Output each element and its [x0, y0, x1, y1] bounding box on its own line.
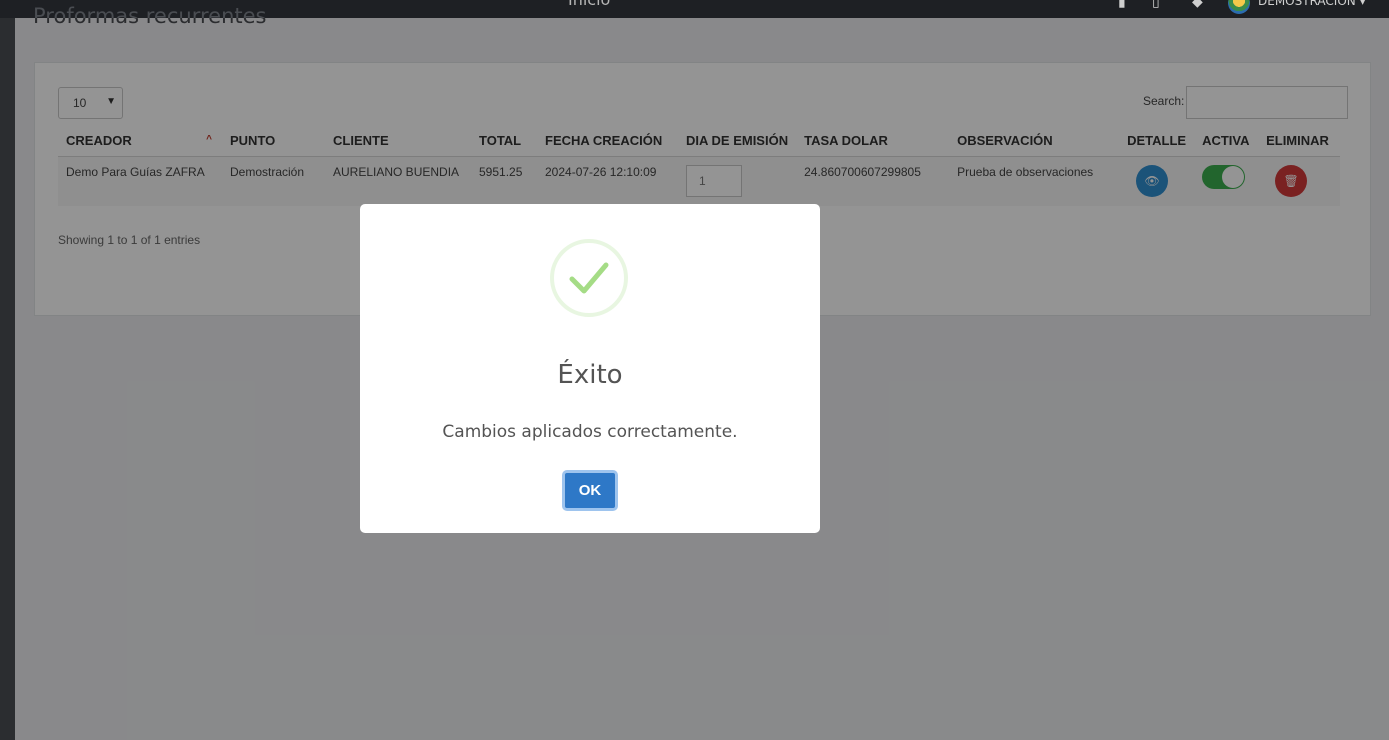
dialog-message: Cambios aplicados correctamente. [442, 422, 738, 442]
ok-button[interactable]: OK [562, 470, 618, 511]
tags-icon[interactable]: ◆ [1192, 0, 1203, 10]
user-name-label: DEMOSTRACIÓN [1258, 0, 1356, 8]
avatar[interactable] [1228, 0, 1250, 14]
mobile-icon[interactable]: ▮ [1118, 0, 1126, 10]
header-title: Inicio [568, 0, 610, 9]
success-dialog: Éxito Cambios aplicados correctamente. O… [360, 204, 820, 533]
bar-icon[interactable]: ▯ [1152, 0, 1160, 10]
user-menu[interactable]: DEMOSTRACIÓN ▾ [1258, 0, 1366, 8]
left-sidebar-strip [0, 0, 15, 740]
dialog-title: Éxito [557, 360, 623, 390]
success-check-icon [550, 239, 628, 317]
